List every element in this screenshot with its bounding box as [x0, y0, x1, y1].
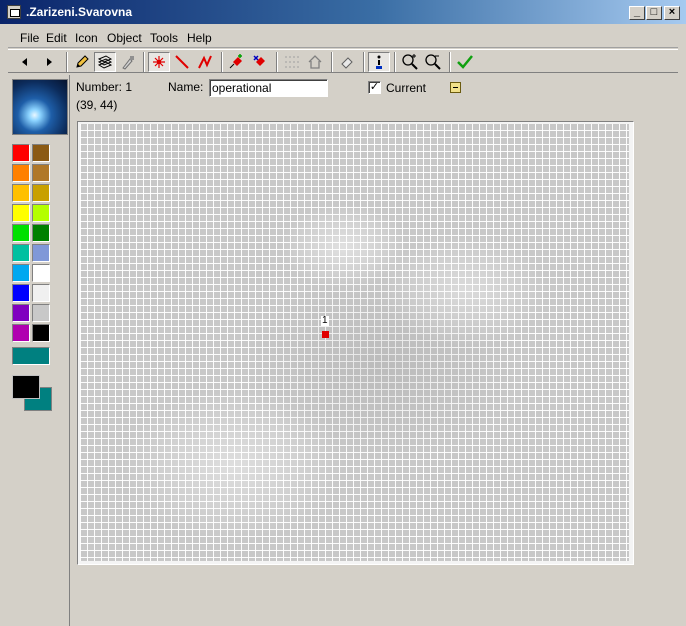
group-icon[interactable]: [281, 52, 303, 72]
point-marker[interactable]: [322, 331, 329, 338]
layers-icon[interactable]: [94, 52, 116, 72]
window-title: .Zarizeni.Svarovna: [26, 5, 133, 19]
palette-swatch[interactable]: [32, 304, 50, 322]
palette-swatch[interactable]: [12, 304, 30, 322]
close-button[interactable]: ×: [664, 6, 680, 20]
info-icon[interactable]: [368, 52, 390, 72]
home-icon[interactable]: [304, 52, 326, 72]
title-bar: .Zarizeni.Svarovna _ □ ×: [0, 0, 686, 24]
menu-icon[interactable]: Icon: [75, 31, 98, 45]
foreground-color[interactable]: [12, 375, 40, 399]
pipette-icon[interactable]: [117, 52, 139, 72]
app-icon[interactable]: [7, 5, 21, 19]
point-number-label: 1: [321, 315, 329, 326]
palette-swatch[interactable]: [32, 204, 50, 222]
menu-bar: File Edit Icon Object Tools Help: [8, 28, 678, 48]
palette-swatch[interactable]: [32, 164, 50, 182]
toolbar-separator: [66, 52, 68, 72]
palette-swatch[interactable]: [32, 284, 50, 302]
menu-file[interactable]: File: [20, 31, 39, 45]
left-panel: [8, 75, 70, 626]
menu-tools[interactable]: Tools: [150, 31, 178, 45]
palette-swatch[interactable]: [32, 224, 50, 242]
palette-swatch[interactable]: [12, 184, 30, 202]
palette-swatch[interactable]: [12, 224, 30, 242]
polyline-icon[interactable]: [194, 52, 216, 72]
remove-point-icon[interactable]: [249, 52, 271, 72]
palette-swatch[interactable]: [12, 324, 30, 342]
toolbar-separator: [449, 52, 451, 72]
palette-swatch[interactable]: [12, 204, 30, 222]
palette-swatch[interactable]: [32, 264, 50, 282]
collapse-button[interactable]: [450, 82, 461, 93]
pencil-icon[interactable]: [71, 52, 93, 72]
palette-swatch[interactable]: [32, 244, 50, 262]
menu-help[interactable]: Help: [187, 31, 212, 45]
pixel-grid[interactable]: [80, 124, 629, 561]
current-checkbox[interactable]: ✓: [368, 81, 381, 94]
number-label: Number: 1: [76, 80, 133, 94]
palette-swatch[interactable]: [32, 144, 50, 162]
eraser-icon[interactable]: [336, 52, 358, 72]
name-field[interactable]: [209, 79, 328, 97]
coordinates-readout: (39, 44): [76, 98, 118, 112]
palette-swatch[interactable]: [12, 264, 30, 282]
toolbar-separator: [143, 52, 145, 72]
name-label: Name:: [168, 80, 204, 94]
add-point-icon[interactable]: [226, 52, 248, 72]
menu-edit[interactable]: Edit: [46, 31, 67, 45]
palette-swatch[interactable]: [12, 144, 30, 162]
zoom-out-icon[interactable]: [422, 52, 444, 72]
forward-arrow-icon[interactable]: [38, 52, 60, 72]
toolbar-separator: [276, 52, 278, 72]
menu-object[interactable]: Object: [107, 31, 142, 45]
toolbar-separator: [221, 52, 223, 72]
palette-swatch[interactable]: [32, 324, 50, 342]
current-label: Current: [386, 81, 427, 95]
palette-swatch-wide[interactable]: [12, 347, 50, 365]
toolbar-separator: [331, 52, 333, 72]
toolbar: [8, 49, 678, 73]
back-arrow-icon[interactable]: [14, 52, 36, 72]
zoom-in-icon[interactable]: [399, 52, 421, 72]
line-icon[interactable]: [171, 52, 193, 72]
confirm-check-icon[interactable]: [454, 52, 476, 72]
palette-swatch[interactable]: [12, 244, 30, 262]
point-icon[interactable]: [148, 52, 170, 72]
editing-canvas[interactable]: [77, 121, 634, 565]
palette-swatch[interactable]: [32, 184, 50, 202]
minimize-button[interactable]: _: [629, 6, 645, 20]
maximize-button[interactable]: □: [646, 6, 662, 20]
toolbar-separator: [394, 52, 396, 72]
toolbar-separator: [363, 52, 365, 72]
icon-preview: [12, 79, 68, 135]
palette-swatch[interactable]: [12, 284, 30, 302]
palette-swatch[interactable]: [12, 164, 30, 182]
